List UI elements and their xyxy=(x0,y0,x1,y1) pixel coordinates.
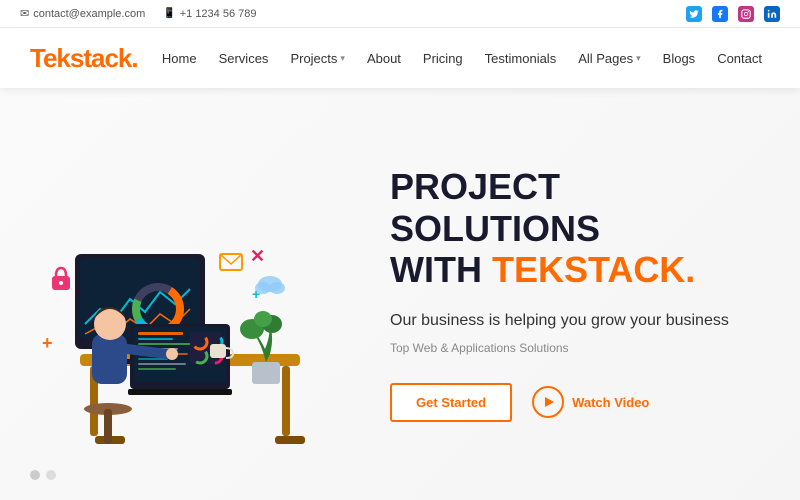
nav-item-projects[interactable]: Projects▾ xyxy=(282,47,353,70)
get-started-button[interactable]: Get Started xyxy=(390,383,512,422)
pagination-dot-1[interactable] xyxy=(30,470,40,480)
nav-item-blogs[interactable]: Blogs xyxy=(655,47,704,70)
chevron-down-icon: ▾ xyxy=(340,53,345,64)
play-triangle-icon xyxy=(545,397,554,407)
hero-illustration: ✕ + + ✦ ✦ xyxy=(20,114,360,474)
phone-contact[interactable]: 📱 +1 1234 56 789 xyxy=(163,8,256,20)
hero-title-line2: WITH TEKSTACK. xyxy=(390,249,695,290)
chevron-down-icon-2: ▾ xyxy=(636,53,641,64)
navbar: Tekstack. Home Services Projects▾ About … xyxy=(0,28,800,88)
phone-text: +1 1234 56 789 xyxy=(180,8,257,20)
nav-link-services[interactable]: Services xyxy=(211,47,277,70)
nav-item-pricing[interactable]: Pricing xyxy=(415,47,471,70)
nav-item-testimonials[interactable]: Testimonials xyxy=(477,47,565,70)
play-circle-icon xyxy=(532,386,564,418)
nav-link-home[interactable]: Home xyxy=(154,47,205,70)
top-bar-contact: ✉ contact@example.com 📱 +1 1234 56 789 xyxy=(20,7,257,20)
nav-link-pricing[interactable]: Pricing xyxy=(415,47,471,70)
email-icon: ✉ xyxy=(20,7,29,20)
phone-icon: 📱 xyxy=(163,8,175,19)
nav-menu: Home Services Projects▾ About Pricing Te… xyxy=(154,47,770,70)
watch-video-button[interactable]: Watch Video xyxy=(532,386,649,418)
nav-item-allpages[interactable]: All Pages▾ xyxy=(570,47,648,70)
email-contact[interactable]: ✉ contact@example.com xyxy=(20,7,145,20)
top-bar: ✉ contact@example.com 📱 +1 1234 56 789 xyxy=(0,0,800,28)
nav-link-blogs[interactable]: Blogs xyxy=(655,47,704,70)
hero-tagline: Top Web & Applications Solutions xyxy=(390,341,750,355)
social-links xyxy=(686,6,780,22)
nav-item-contact[interactable]: Contact xyxy=(709,47,770,70)
hero-section: ✕ + + ✦ ✦ PROJECT SOLUTIONS WITH TEKSTAC… xyxy=(0,88,800,500)
nav-item-services[interactable]: Services xyxy=(211,47,277,70)
hero-title-accent: TEKSTACK. xyxy=(492,249,695,290)
svg-text:+: + xyxy=(42,333,53,353)
facebook-icon[interactable] xyxy=(712,6,728,22)
nav-item-home[interactable]: Home xyxy=(154,47,205,70)
nav-link-allpages[interactable]: All Pages▾ xyxy=(570,47,648,70)
watch-video-label: Watch Video xyxy=(572,395,649,410)
instagram-icon[interactable] xyxy=(738,6,754,22)
hero-title-plain: WITH xyxy=(390,249,492,290)
svg-text:✕: ✕ xyxy=(250,246,265,266)
nav-link-testimonials[interactable]: Testimonials xyxy=(477,47,565,70)
email-text: contact@example.com xyxy=(33,8,145,20)
linkedin-icon[interactable] xyxy=(764,6,780,22)
logo-dot: . xyxy=(131,43,137,73)
hero-title: PROJECT SOLUTIONS WITH TEKSTACK. xyxy=(390,166,750,290)
nav-link-contact[interactable]: Contact xyxy=(709,47,770,70)
hero-buttons: Get Started Watch Video xyxy=(390,383,750,422)
nav-link-about[interactable]: About xyxy=(359,47,409,70)
logo-text: Tekstack xyxy=(30,43,131,73)
nav-link-projects[interactable]: Projects▾ xyxy=(282,47,353,70)
hero-content: PROJECT SOLUTIONS WITH TEKSTACK. Our bus… xyxy=(360,166,750,422)
hero-subtitle: Our business is helping you grow your bu… xyxy=(390,310,750,332)
twitter-icon[interactable] xyxy=(686,6,702,22)
logo[interactable]: Tekstack. xyxy=(30,43,138,74)
pagination-dot-2[interactable] xyxy=(46,470,56,480)
hero-title-line1: PROJECT SOLUTIONS xyxy=(390,166,600,248)
nav-item-about[interactable]: About xyxy=(359,47,409,70)
pagination-dots xyxy=(30,470,56,480)
